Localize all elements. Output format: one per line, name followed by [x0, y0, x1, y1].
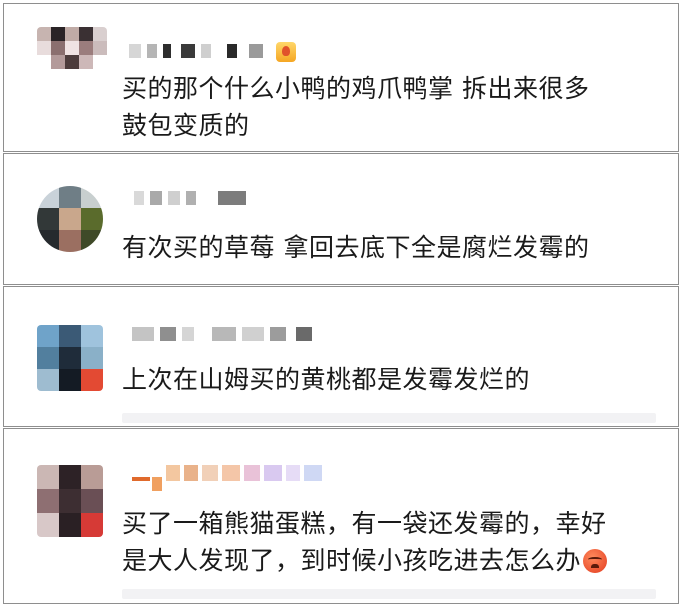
comment-text-line: 鼓包变质的 [122, 111, 250, 140]
comment-text-line: 买的那个什么小鸭的鸡爪鸭掌 拆出来很多 [122, 74, 590, 103]
comment-card[interactable]: 有次买的草莓 拿回去底下全是腐烂发霉的 [3, 153, 679, 285]
username-blurred[interactable] [129, 44, 279, 62]
comment-text: 买的那个什么小鸭的鸡爪鸭掌 拆出来很多 鼓包变质的 [122, 70, 656, 144]
comment-text: 上次在山姆买的黄桃都是发霉发烂的 [122, 361, 656, 398]
avatar[interactable] [37, 27, 107, 69]
comment-text-line: 是大人发现了，到时候小孩吃进去怎么办 [122, 546, 582, 575]
avatar[interactable] [37, 186, 103, 252]
comment-text-line-with-emoji: 是大人发现了，到时候小孩吃进去怎么办 [122, 542, 656, 579]
comment-text-line: 有次买的草莓 拿回去底下全是腐烂发霉的 [122, 233, 590, 262]
level-badge-icon [276, 42, 296, 62]
comment-text: 有次买的草莓 拿回去底下全是腐烂发霉的 [122, 229, 656, 266]
comment-card[interactable]: 买的那个什么小鸭的鸡爪鸭掌 拆出来很多 鼓包变质的 [3, 3, 679, 152]
username-blurred[interactable] [132, 465, 332, 495]
comment-text: 买了一箱熊猫蛋糕，有一袋还发霉的，幸好 是大人发现了，到时候小孩吃进去怎么办 [122, 505, 656, 579]
avatar[interactable] [37, 465, 103, 537]
username-blurred[interactable] [132, 327, 322, 345]
avatar[interactable] [37, 325, 103, 391]
username-blurred[interactable] [134, 191, 254, 209]
comment-thread: 买的那个什么小鸭的鸡爪鸭掌 拆出来很多 鼓包变质的 有次买的草莓 拿回去底下全是… [3, 3, 679, 604]
comment-card[interactable]: 上次在山姆买的黄桃都是发霉发烂的 [3, 286, 679, 427]
comment-text-line: 买了一箱熊猫蛋糕，有一袋还发霉的，幸好 [122, 509, 607, 538]
reply-bar[interactable] [122, 589, 656, 599]
reply-bar[interactable] [122, 413, 656, 423]
comment-text-line: 上次在山姆买的黄桃都是发霉发烂的 [122, 365, 531, 394]
angry-face-emoji-icon [583, 549, 608, 573]
comment-card[interactable]: 买了一箱熊猫蛋糕，有一袋还发霉的，幸好 是大人发现了，到时候小孩吃进去怎么办 [3, 428, 679, 604]
